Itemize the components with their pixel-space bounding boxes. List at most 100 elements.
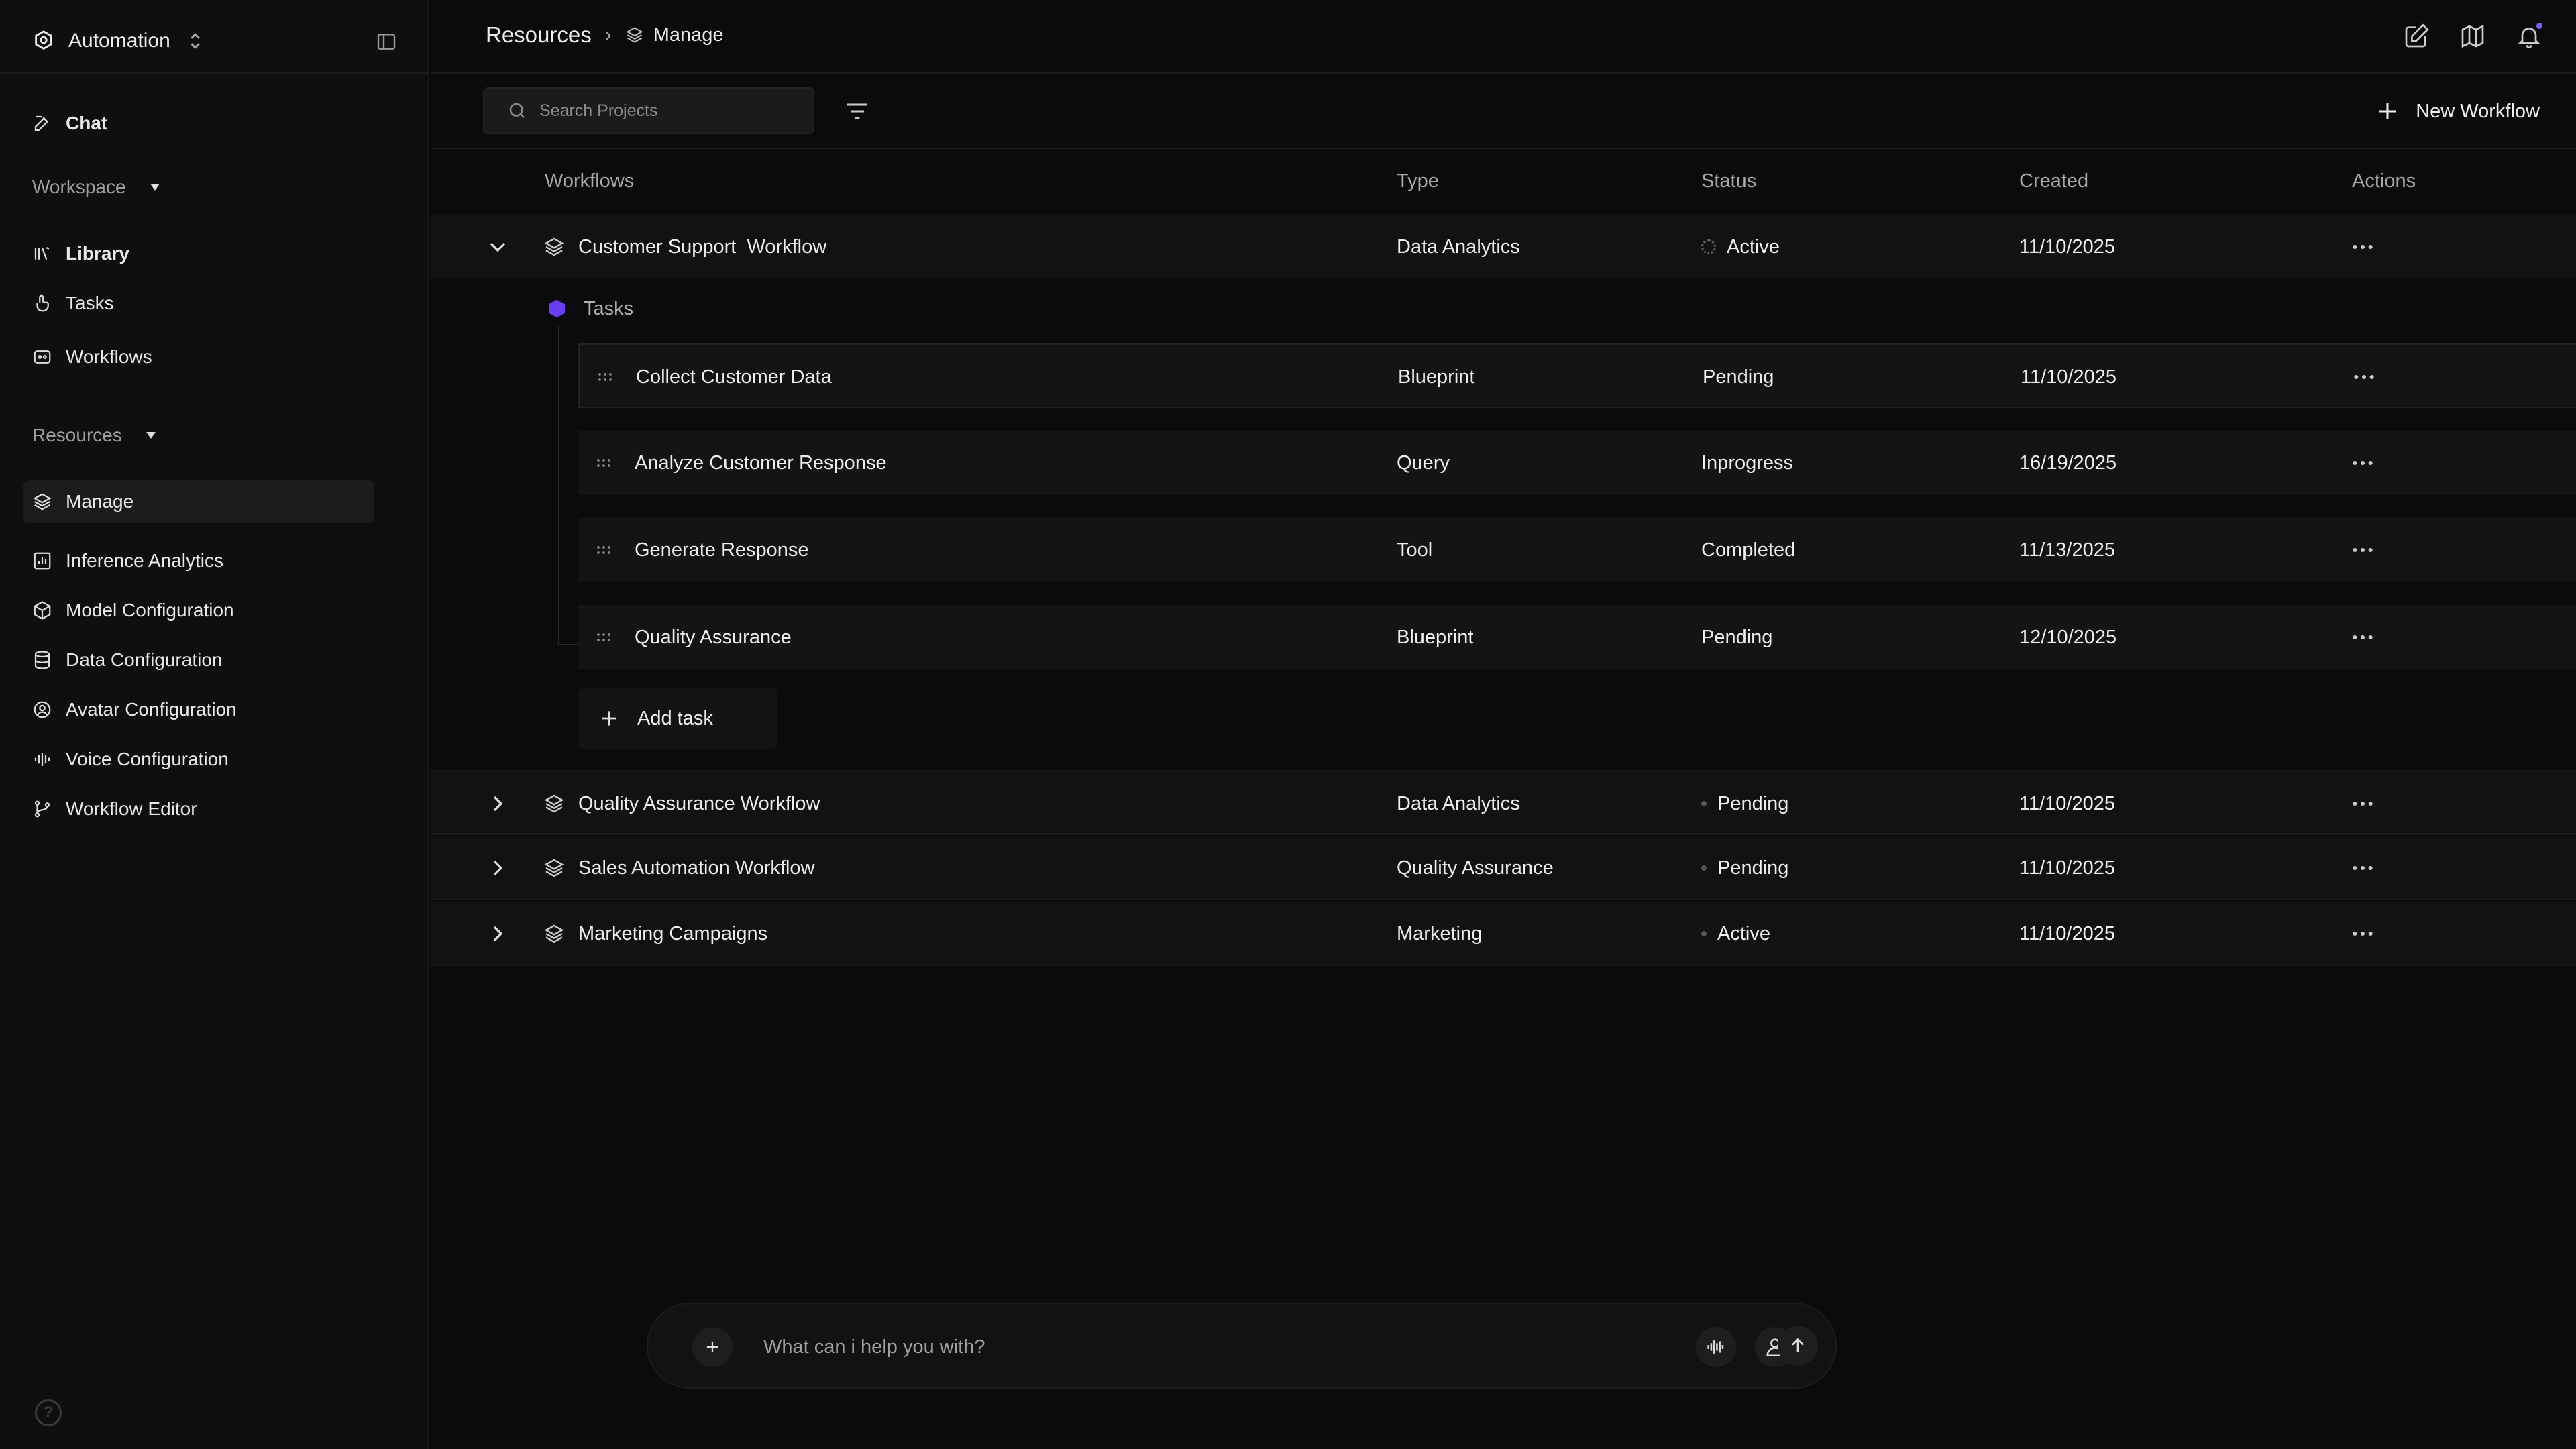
status-cell: Active: [1701, 902, 1770, 966]
database-icon: [34, 651, 50, 669]
voice-button[interactable]: [1696, 1327, 1736, 1367]
task-actions-button[interactable]: [2349, 605, 2376, 669]
tasks-heading: Tasks: [546, 294, 633, 323]
row-actions-button[interactable]: [2349, 215, 2376, 279]
resources-section-toggle[interactable]: Resources: [32, 419, 156, 452]
task-created: 11/10/2025: [2021, 366, 2116, 388]
map-icon: [2461, 24, 2484, 48]
arrow-up-icon: [1792, 1338, 1804, 1352]
collapse-sidebar-button[interactable]: [373, 28, 400, 55]
task-actions-button[interactable]: [2349, 518, 2376, 582]
sidebar-item-data-configuration[interactable]: Data Configuration: [23, 639, 374, 682]
sidebar-item-manage[interactable]: Manage: [23, 480, 374, 523]
sidebar-item-label: Avatar Configuration: [66, 699, 237, 720]
sidebar-item-workflow-editor[interactable]: Workflow Editor: [23, 788, 374, 830]
sidebar-item-inference-analytics[interactable]: Inference Analytics: [23, 539, 374, 582]
task-row[interactable]: Collect Customer Data Blueprint Pending …: [578, 343, 2576, 408]
main-content: Resources › Manage Search Projects New W…: [431, 0, 2576, 1449]
task-row[interactable]: Generate Response Tool Completed 11/13/2…: [578, 518, 2576, 582]
sidebar-item-chat[interactable]: Chat: [23, 102, 374, 145]
new-workflow-button[interactable]: New Workflow: [2375, 93, 2540, 130]
map-button[interactable]: [2459, 23, 2486, 50]
search-box[interactable]: [483, 87, 814, 134]
sidebar-item-label: Model Configuration: [66, 600, 234, 621]
table-row[interactable]: Quality Assurance Workflow Data Analytic…: [431, 770, 2576, 835]
send-button[interactable]: [1778, 1326, 1818, 1366]
created-cell: 11/10/2025: [2019, 857, 2115, 879]
search-input[interactable]: [539, 101, 794, 121]
task-name: Generate Response: [635, 539, 809, 561]
task-row[interactable]: Analyze Customer Response Query Inprogre…: [578, 431, 2576, 495]
plus-icon: [706, 1341, 718, 1353]
column-workflows[interactable]: Workflows: [545, 170, 634, 193]
table-row[interactable]: Marketing Campaigns Marketing Active 11/…: [431, 902, 2576, 966]
sidebar-item-label: Tasks: [66, 292, 114, 313]
notification-badge: [2536, 23, 2542, 29]
chevron-right-icon[interactable]: [484, 920, 511, 947]
status-dot: [1701, 801, 1707, 806]
status-dot: [1701, 865, 1707, 871]
sidebar-item-model-configuration[interactable]: Model Configuration: [23, 589, 374, 632]
grip-icon[interactable]: [594, 366, 616, 388]
add-task-button[interactable]: Add task: [578, 688, 777, 749]
chart-icon: [34, 552, 51, 570]
chevron-right-icon[interactable]: [484, 790, 511, 817]
hexagon-icon: [549, 299, 565, 318]
workspace-section-toggle[interactable]: Workspace: [32, 170, 160, 204]
sidebar-item-workflows[interactable]: Workflows: [23, 335, 374, 378]
edit-icon: [34, 115, 49, 131]
sidebar-item-voice-configuration[interactable]: Voice Configuration: [23, 738, 374, 781]
edit-icon: [2405, 23, 2429, 48]
more-icon: [2353, 245, 2373, 249]
sidebar: Automation Chat Workspace Library Tasks …: [0, 0, 429, 1449]
notifications-button[interactable]: [2516, 23, 2542, 50]
chevron-down-icon[interactable]: [484, 233, 511, 260]
status-text: Active: [1727, 235, 1780, 258]
top-actions: [2403, 23, 2542, 50]
section-label: Workspace: [32, 176, 126, 197]
sidebar-item-label: Workflow Editor: [66, 798, 197, 819]
task-row[interactable]: Quality Assurance Blueprint Pending 12/1…: [578, 605, 2576, 669]
help-button[interactable]: ?: [35, 1399, 62, 1426]
task-actions-button[interactable]: [2351, 345, 2377, 409]
toolbar: New Workflow: [431, 75, 2576, 149]
sidebar-item-library[interactable]: Library: [23, 232, 374, 275]
compose-button[interactable]: [2403, 23, 2430, 50]
more-icon: [2353, 548, 2373, 552]
breadcrumb-resources[interactable]: Resources: [486, 22, 592, 48]
grip-icon[interactable]: [593, 539, 614, 561]
more-icon: [2353, 461, 2373, 465]
sidebar-item-label: Library: [66, 243, 129, 264]
row-actions-button[interactable]: [2349, 771, 2376, 836]
row-actions-button[interactable]: [2349, 836, 2376, 900]
status-text: Active: [1717, 922, 1770, 945]
filter-button[interactable]: [843, 98, 872, 125]
workflow-name: Quality Assurance Workflow: [578, 792, 820, 814]
row-actions-button[interactable]: [2349, 902, 2376, 966]
created-cell: 11/10/2025: [2019, 235, 2115, 258]
workspace-switcher[interactable]: Automation: [32, 25, 207, 56]
cube-icon: [34, 601, 51, 620]
column-type[interactable]: Type: [1397, 170, 1439, 193]
chat-input[interactable]: [763, 1331, 1568, 1363]
top-bar: Resources › Manage: [431, 0, 2576, 74]
sidebar-item-avatar-configuration[interactable]: Avatar Configuration: [23, 688, 374, 731]
chevron-right-icon[interactable]: [484, 855, 511, 881]
task-status: Pending: [1701, 626, 1773, 648]
workflow-name-cell: Customer Support Workflow: [543, 215, 826, 279]
waveform-icon: [1707, 1340, 1724, 1354]
column-status[interactable]: Status: [1701, 170, 1756, 193]
attach-button[interactable]: [692, 1327, 733, 1367]
task-actions-button[interactable]: [2349, 431, 2376, 495]
table-row[interactable]: Sales Automation Workflow Quality Assura…: [431, 836, 2576, 900]
workflow-name: Customer Support Workflow: [578, 235, 827, 258]
tree-connector-branch: [558, 644, 578, 645]
grip-icon[interactable]: [593, 452, 614, 474]
task-created: 11/13/2025: [2019, 539, 2115, 561]
workflow-name-cell: Sales Automation Workflow: [543, 836, 814, 900]
sidebar-item-tasks[interactable]: Tasks: [23, 282, 374, 325]
task-name: Collect Customer Data: [636, 366, 832, 388]
grip-icon[interactable]: [593, 627, 614, 648]
column-created[interactable]: Created: [2019, 170, 2088, 193]
table-row[interactable]: Customer Support Workflow Data Analytics…: [431, 215, 2576, 279]
